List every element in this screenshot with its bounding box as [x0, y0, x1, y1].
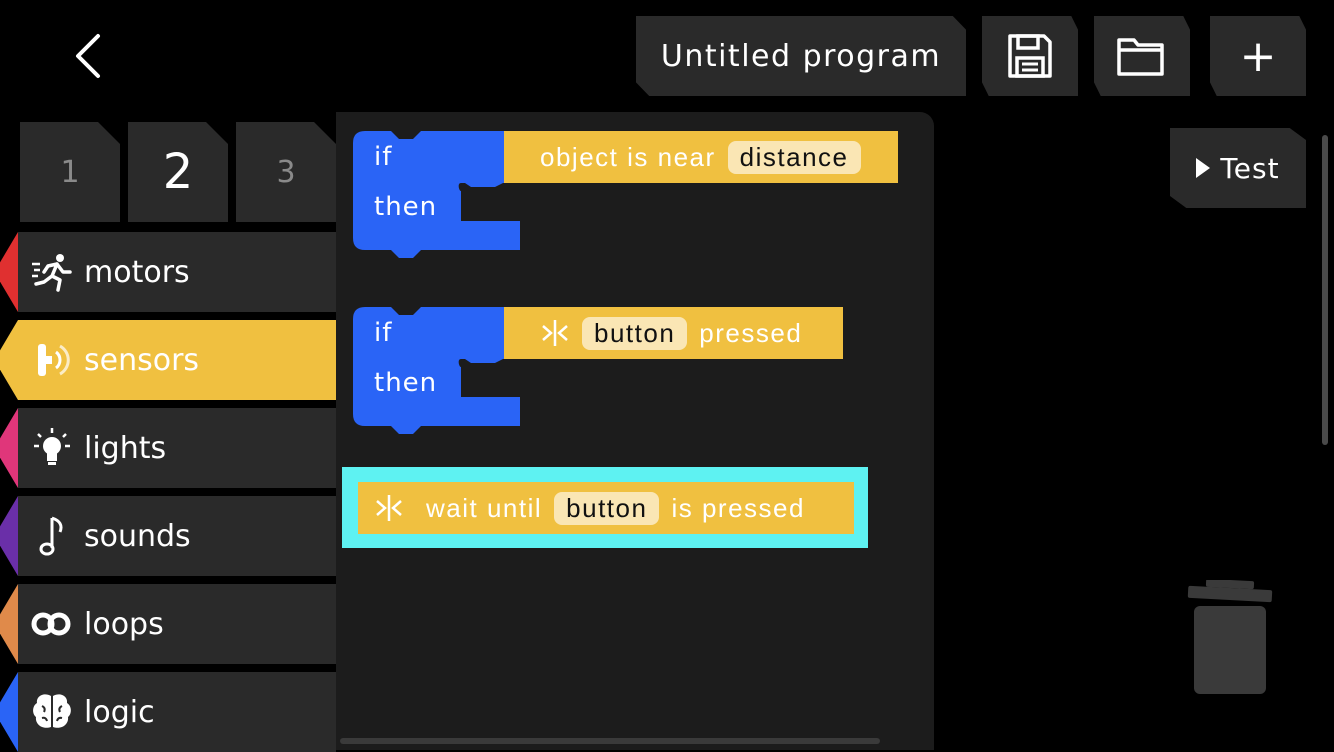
- play-triangle-icon: [1196, 158, 1211, 178]
- page-tab-label: 2: [162, 144, 194, 200]
- category-label: sounds: [84, 518, 191, 554]
- condition-text: pressed: [699, 317, 803, 348]
- back-button[interactable]: [62, 28, 118, 84]
- brain-icon: [30, 690, 74, 734]
- is-pressed-text: is pressed: [671, 492, 805, 523]
- canvas-vertical-scrollbar[interactable]: [1322, 135, 1328, 445]
- infinity-loop-icon: [30, 602, 74, 646]
- category-body: sensors: [18, 320, 336, 400]
- then-label: then: [374, 368, 438, 398]
- category-label: logic: [84, 694, 155, 730]
- button-pressed-condition-block[interactable]: button pressed: [504, 307, 843, 359]
- test-button[interactable]: Test: [1170, 128, 1306, 208]
- category-body: loops: [18, 584, 336, 664]
- running-person-icon: [30, 250, 74, 294]
- category-logic[interactable]: logic: [0, 672, 336, 752]
- music-note-icon: [30, 514, 74, 558]
- palette-horizontal-scrollbar[interactable]: [340, 738, 880, 744]
- category-body: motors: [18, 232, 336, 312]
- category-motors[interactable]: motors: [0, 232, 336, 312]
- object-near-condition-block[interactable]: object is near distance: [504, 131, 898, 183]
- category-loops[interactable]: loops: [0, 584, 336, 664]
- button-dropdown[interactable]: button: [582, 316, 688, 350]
- test-label: Test: [1220, 151, 1280, 185]
- category-label: lights: [84, 430, 167, 466]
- program-title-button[interactable]: Untitled program: [636, 16, 966, 96]
- category-sounds[interactable]: sounds: [0, 496, 336, 576]
- category-accent: [0, 584, 18, 664]
- category-body: sounds: [18, 496, 336, 576]
- button-press-icon: [374, 493, 404, 523]
- then-label: then: [374, 192, 438, 222]
- page-tab-3[interactable]: 3: [236, 122, 336, 222]
- category-label: loops: [84, 606, 164, 642]
- category-sensors[interactable]: sensors: [0, 320, 336, 400]
- category-accent: [0, 320, 18, 400]
- floppy-disk-icon: [1008, 34, 1052, 78]
- button-dropdown[interactable]: button: [554, 491, 660, 525]
- category-body: lights: [18, 408, 336, 488]
- page-tab-label: 3: [276, 154, 296, 190]
- save-button[interactable]: [982, 16, 1078, 96]
- wait-until-button-block[interactable]: wait until button is pressed: [358, 482, 854, 534]
- trash-can-icon[interactable]: [1184, 580, 1276, 696]
- page-tab-2[interactable]: 2: [128, 122, 228, 222]
- category-accent: [0, 496, 18, 576]
- category-accent: [0, 408, 18, 488]
- distance-dropdown[interactable]: distance: [727, 140, 861, 174]
- program-title: Untitled program: [660, 38, 942, 74]
- category-label: motors: [84, 254, 190, 290]
- chevron-left-icon: [76, 34, 100, 78]
- if-label: if: [374, 142, 393, 172]
- if-label: if: [374, 318, 393, 348]
- open-folder-button[interactable]: [1094, 16, 1190, 96]
- category-label: sensors: [84, 342, 200, 378]
- category-lights[interactable]: lights: [0, 408, 336, 488]
- page-tab-label: 1: [60, 154, 80, 190]
- lightbulb-icon: [30, 426, 74, 470]
- folder-icon: [1117, 38, 1164, 76]
- page-tab-1[interactable]: 1: [20, 122, 120, 222]
- proximity-sensor-icon: [30, 338, 74, 382]
- category-accent: [0, 672, 18, 752]
- plus-icon: +: [1239, 30, 1277, 82]
- new-program-button[interactable]: +: [1210, 16, 1306, 96]
- wait-until-text: wait until: [426, 492, 543, 523]
- category-body: logic: [18, 672, 336, 752]
- category-accent: [0, 232, 18, 312]
- condition-text: object is near: [540, 141, 716, 172]
- button-press-icon: [540, 318, 570, 348]
